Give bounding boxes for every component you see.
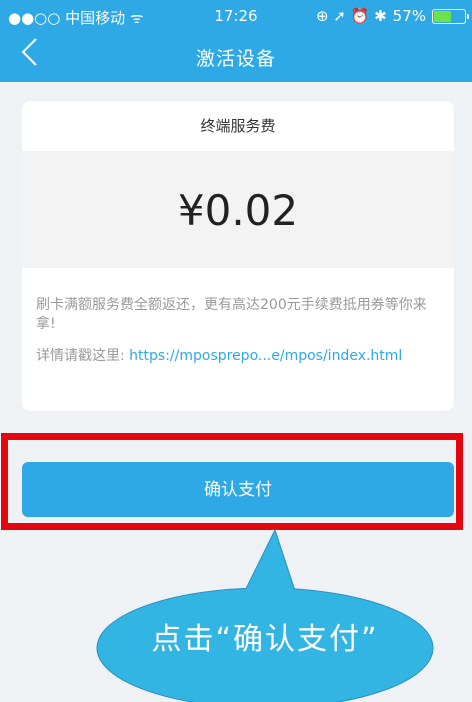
fee-amount: ¥0.02 [22, 151, 454, 268]
battery-icon [432, 8, 469, 24]
detail-link[interactable]: https://mposprepo...e/mpos/index.html [129, 348, 402, 364]
page-title: 激活设备 [195, 48, 276, 70]
fee-card: 终端服务费 ¥0.02 刷卡满额服务费全额返还，更有高达200元手续费抵用券等你… [22, 101, 454, 411]
callout-bubble-shape [96, 528, 434, 702]
top-bar: ●●○○ 中国移动 ᯤ 17:26 ⊕ ➚ ⏰ ✱ 57% 激活设备 [0, 0, 472, 82]
status-bar: ●●○○ 中国移动 ᯤ 17:26 ⊕ ➚ ⏰ ✱ 57% [0, 0, 472, 34]
annotation-callout: 点击“确认支付” [95, 520, 435, 702]
battery-fill [434, 10, 451, 22]
status-icons: ⊕ ➚ ⏰ ✱ 57% [315, 7, 469, 25]
battery-percent: 57% [392, 7, 426, 25]
card-title: 终端服务费 [200, 117, 276, 135]
card-description: 刷卡满额服务费全额返还，更有高达200元手续费抵用券等你来拿! 详情请戳这里: … [22, 268, 454, 366]
promo-text: 刷卡满额服务费全额返还，更有高达200元手续费抵用券等你来拿! [36, 297, 427, 332]
system-icons: ⊕ ➚ ⏰ ✱ [315, 7, 387, 25]
confirm-pay-button[interactable]: 确认支付 [22, 462, 454, 517]
detail-label: 详情请戳这里: [36, 348, 125, 364]
callout-text: 点击“确认支付” [151, 622, 379, 657]
detail-row: 详情请戳这里: https://mposprepo...e/mpos/index… [36, 347, 440, 366]
